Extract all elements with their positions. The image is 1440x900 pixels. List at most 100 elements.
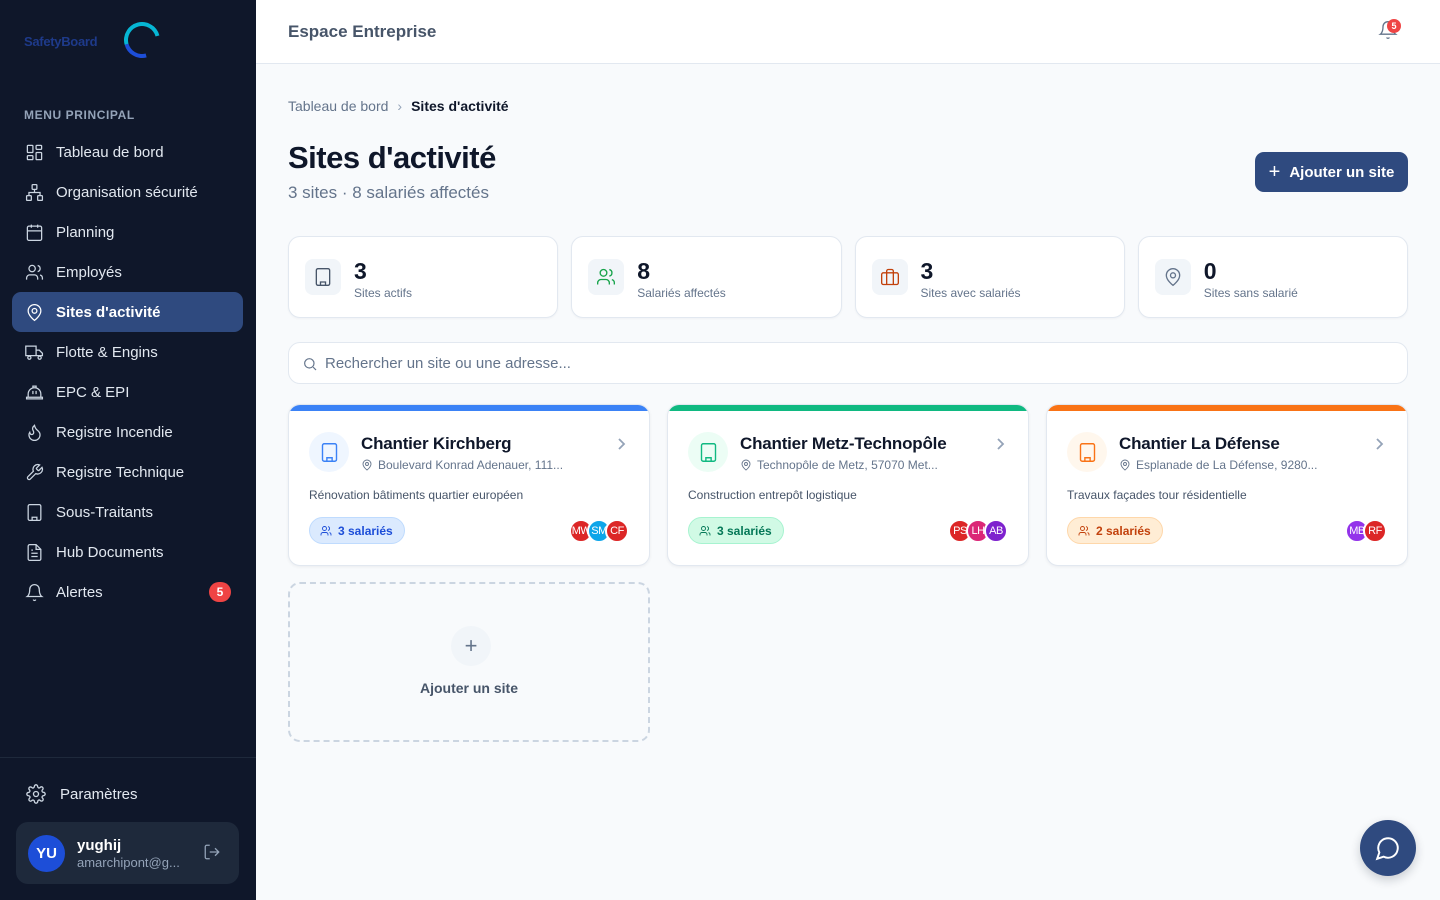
sidebar-item-label: Organisation sécurité — [56, 183, 198, 201]
site-address-text: Boulevard Konrad Adenauer, 111... — [378, 458, 564, 472]
employee-count-badge: 3 salariés — [309, 517, 405, 544]
user-name: yughij — [77, 837, 122, 854]
user-card[interactable]: YU yughij amarchipont@g... — [16, 822, 239, 884]
sidebar-item-alertes[interactable]: Alertes 5 — [12, 572, 243, 612]
building-icon — [1067, 432, 1107, 472]
org-chart-icon — [24, 182, 44, 202]
stat-label: Salariés affectés — [637, 286, 726, 300]
sidebar-item-label: Tableau de bord — [56, 143, 164, 161]
sidebar-item-tableau-de-bord[interactable]: Tableau de bord — [12, 132, 243, 172]
sidebar-divider — [0, 757, 256, 758]
stat-label: Sites actifs — [354, 286, 413, 300]
site-address: Boulevard Konrad Adenauer, 111... — [361, 458, 563, 472]
users-icon — [588, 259, 625, 295]
sidebar-item-flotte-engins[interactable]: Flotte & Engins — [12, 332, 243, 372]
site-card-la-defense[interactable]: Chantier La Défense Esplanade de La Défe… — [1046, 404, 1408, 566]
stat-value: 3 — [920, 258, 934, 284]
logo-text: SafetyBoard — [24, 34, 98, 49]
building-icon — [309, 432, 349, 472]
document-icon — [24, 542, 44, 562]
building-icon — [305, 259, 341, 295]
search-input[interactable] — [325, 343, 1395, 383]
topbar: Espace Entreprise 5 — [256, 0, 1440, 64]
map-pin-icon — [362, 459, 372, 471]
sidebar-item-sites-activite[interactable]: Sites d'activité — [12, 292, 243, 332]
logout-button[interactable] — [203, 843, 223, 863]
site-address-text: Technopôle de Metz, 57070 Met... — [757, 458, 938, 472]
chevron-right-icon — [994, 437, 1006, 451]
sidebar-item-registre-technique[interactable]: Registre Technique — [12, 452, 243, 492]
sidebar-item-epc-epi[interactable]: EPC & EPI — [12, 372, 243, 412]
notification-badge: 5 — [1387, 19, 1401, 33]
site-name: Chantier La Défense — [1119, 434, 1280, 453]
sidebar-item-hub-documents[interactable]: Hub Documents — [12, 532, 243, 572]
site-description: Travaux façades tour résidentielle — [1067, 488, 1247, 502]
alerts-count-badge: 5 — [209, 582, 231, 602]
add-site-button[interactable]: + Ajouter un site — [1255, 152, 1408, 192]
sidebar-item-label: Employés — [56, 263, 122, 281]
card-accent-bar — [668, 405, 1028, 411]
avatar: RF — [1363, 519, 1387, 543]
avatar-stack: PS LH AB — [948, 519, 1008, 543]
grid-icon — [24, 142, 44, 162]
stats-row: 3 Sites actifs 8 Salariés affectés 3 Sit… — [288, 236, 1408, 318]
avatar-stack: MW SM CF — [569, 519, 629, 543]
sidebar-item-registre-incendie[interactable]: Registre Incendie — [12, 412, 243, 452]
bell-icon — [24, 582, 44, 602]
site-card-metz-technopole[interactable]: Chantier Metz-Technopôle Technopôle de M… — [667, 404, 1029, 566]
sidebar-item-employes[interactable]: Employés — [12, 252, 243, 292]
chat-bubble-icon — [1375, 837, 1399, 861]
building-icon — [688, 432, 728, 472]
users-icon — [320, 525, 332, 535]
avatar-stack: MB RF — [1345, 519, 1387, 543]
sidebar-item-label: Hub Documents — [56, 543, 164, 561]
map-pin-icon — [1120, 459, 1130, 471]
plus-icon: + — [451, 626, 491, 666]
page-subtitle: 3 sites · 8 salariés affectés — [288, 183, 489, 202]
stat-card-sites-actifs: 3 Sites actifs — [288, 236, 559, 318]
site-name: Chantier Metz-Technopôle — [740, 434, 947, 453]
breadcrumb-root[interactable]: Tableau de bord — [288, 98, 388, 114]
site-address-text: Esplanade de La Défense, 9280... — [1136, 458, 1318, 472]
sidebar-item-planning[interactable]: Planning — [12, 212, 243, 252]
add-site-button-label: Ajouter un site — [1289, 163, 1395, 181]
site-card-kirchberg[interactable]: Chantier Kirchberg Boulevard Konrad Aden… — [288, 404, 650, 566]
chevron-right-icon — [1373, 437, 1385, 451]
breadcrumb: Tableau de bord › Sites d'activité — [288, 98, 509, 114]
menu-title: MENU PRINCIPAL — [24, 108, 135, 122]
workspace-title: Espace Entreprise — [288, 22, 437, 41]
search-icon — [304, 358, 317, 371]
breadcrumb-current: Sites d'activité — [411, 98, 509, 114]
sidebar-item-label: Sous-Traitants — [56, 503, 153, 521]
stat-card-sites-sans-salarie: 0 Sites sans salarié — [1137, 236, 1408, 318]
sidebar-item-label: EPC & EPI — [56, 383, 130, 401]
users-icon — [24, 262, 44, 282]
users-icon — [1078, 525, 1090, 535]
logout-icon — [204, 844, 220, 860]
stat-value: 3 — [354, 258, 367, 284]
users-icon — [699, 525, 711, 535]
settings-link[interactable]: Paramètres — [16, 774, 239, 814]
map-pin-icon — [741, 459, 751, 471]
flame-icon — [24, 422, 44, 442]
sidebar-item-sous-traitants[interactable]: Sous-Traitants — [12, 492, 243, 532]
site-address: Technopôle de Metz, 57070 Met... — [740, 458, 938, 472]
sidebar-item-label: Planning — [56, 223, 115, 241]
chat-button[interactable] — [1360, 820, 1416, 876]
briefcase-icon — [871, 259, 908, 295]
logo-ring-icon — [117, 15, 167, 65]
page-title: Sites d'activité — [288, 140, 496, 175]
plus-icon: + — [1268, 160, 1281, 183]
employee-count: 3 salariés — [717, 523, 772, 538]
stat-card-sites-avec-salaries: 3 Sites avec salariés — [854, 236, 1125, 318]
stat-card-salaries-affectes: 8 Salariés affectés — [571, 236, 842, 318]
site-name: Chantier Kirchberg — [361, 434, 512, 453]
logo[interactable]: SafetyBoard — [24, 15, 167, 65]
sidebar-item-label: Registre Technique — [56, 463, 185, 481]
stat-label: Sites avec salariés — [920, 286, 1021, 300]
sidebar-item-organisation-securite[interactable]: Organisation sécurité — [12, 172, 243, 212]
card-accent-bar — [1047, 405, 1407, 411]
stat-label: Sites sans salarié — [1203, 286, 1298, 300]
add-site-card[interactable]: + Ajouter un site — [288, 582, 650, 742]
building-icon — [24, 502, 44, 522]
